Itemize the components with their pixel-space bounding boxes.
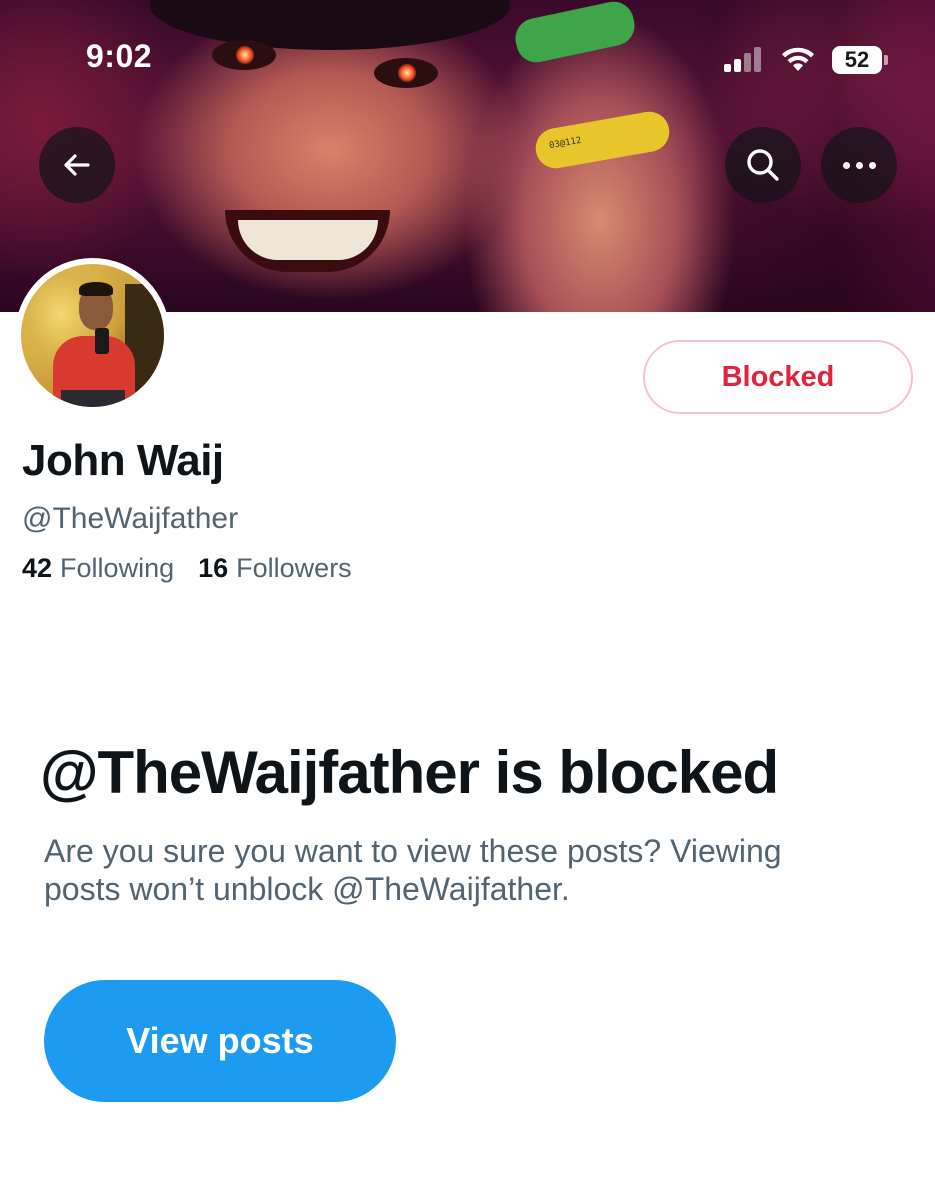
cellular-signal-icon [722, 46, 764, 72]
followers-label: Followers [236, 553, 352, 583]
profile-page: 03@112 9:02 52 Blocked John Waij @TheWai… [0, 0, 935, 1200]
followers-link[interactable]: 16 Followers [198, 553, 352, 584]
follow-stats: 42 Following 16 Followers [22, 553, 376, 584]
more-options-button[interactable] [821, 127, 897, 203]
followers-count: 16 [198, 553, 229, 583]
following-link[interactable]: 42 Following [22, 553, 174, 584]
battery-icon: 52 [832, 46, 888, 74]
more-horizontal-icon [842, 161, 876, 169]
profile-avatar[interactable] [15, 258, 170, 413]
view-posts-button[interactable]: View posts [44, 980, 396, 1102]
blocked-notice-description: Are you sure you want to view these post… [44, 833, 782, 907]
status-icons: 52 [722, 42, 902, 78]
search-button[interactable] [725, 127, 801, 203]
following-label: Following [60, 553, 175, 583]
back-button[interactable] [39, 127, 115, 203]
wifi-icon [782, 47, 814, 71]
user-handle: @TheWaijfather [22, 502, 239, 535]
search-icon [747, 149, 779, 181]
blocked-button[interactable]: Blocked [643, 340, 913, 414]
status-time: 9:02 [86, 38, 153, 74]
following-count: 42 [22, 553, 53, 583]
arrow-left-icon [64, 154, 90, 176]
avatar-image [21, 264, 164, 407]
display-name: John Waij [22, 436, 224, 485]
blocked-notice-title: @TheWaijfather is blocked [40, 739, 779, 806]
